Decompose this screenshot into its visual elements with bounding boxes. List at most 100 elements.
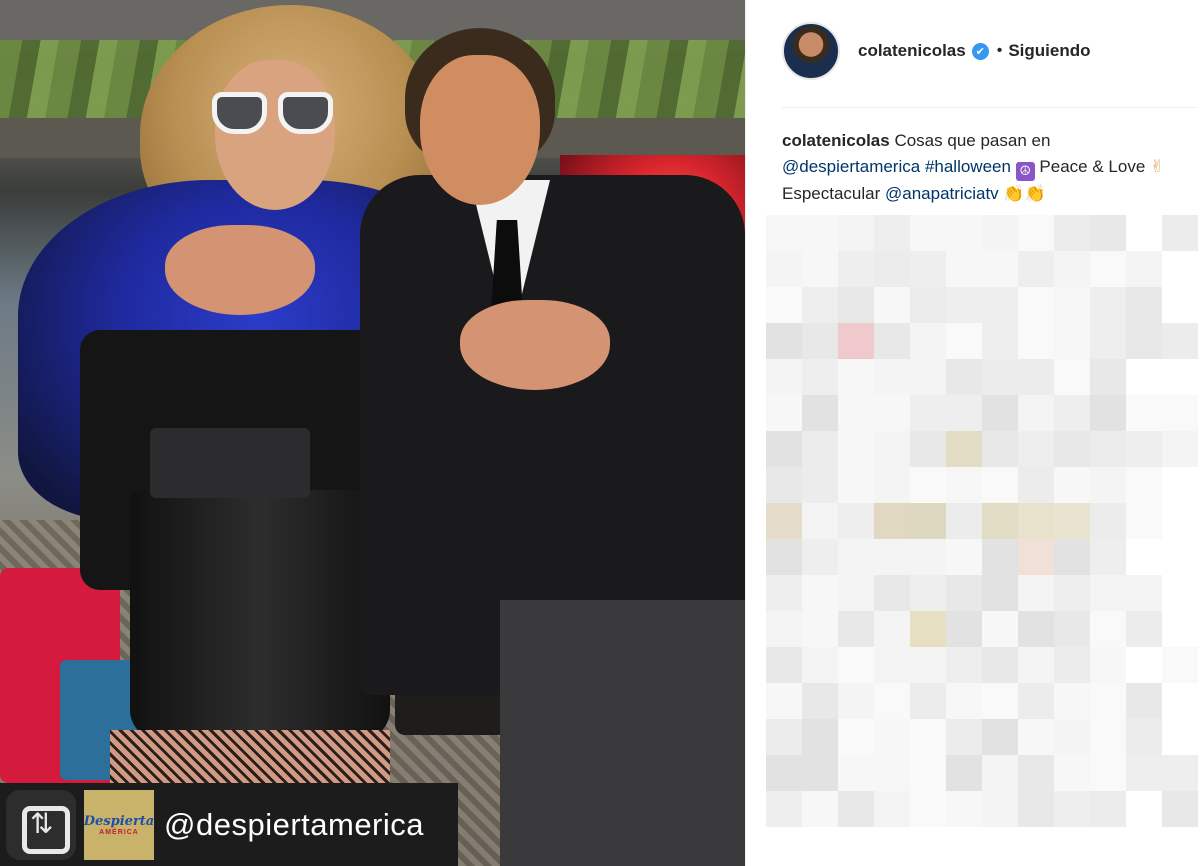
caption-username[interactable]: colatenicolas bbox=[782, 131, 890, 150]
blur-pixel bbox=[982, 719, 1018, 755]
pixelated-comments bbox=[766, 215, 1200, 835]
blur-pixel bbox=[946, 683, 982, 719]
following-button[interactable]: Siguiendo bbox=[1008, 41, 1090, 61]
blur-pixel bbox=[1018, 251, 1054, 287]
blur-pixel bbox=[766, 395, 802, 431]
caption-text: Cosas que pasan en bbox=[894, 131, 1051, 150]
blur-pixel bbox=[910, 251, 946, 287]
blur-pixel bbox=[802, 215, 838, 251]
blur-pixel bbox=[1090, 359, 1126, 395]
blur-pixel bbox=[1090, 755, 1126, 791]
blur-pixel bbox=[766, 251, 802, 287]
blur-pixel bbox=[982, 683, 1018, 719]
verified-badge-icon: ✔ bbox=[971, 42, 989, 60]
blur-pixel bbox=[874, 791, 910, 827]
blur-pixel bbox=[802, 647, 838, 683]
blur-pixel bbox=[946, 359, 982, 395]
blur-pixel bbox=[766, 467, 802, 503]
username-link[interactable]: colatenicolas bbox=[858, 41, 966, 61]
blur-pixel bbox=[910, 791, 946, 827]
blur-pixel bbox=[1054, 215, 1090, 251]
blur-pixel bbox=[766, 683, 802, 719]
blur-pixel bbox=[838, 719, 874, 755]
blur-pixel bbox=[802, 287, 838, 323]
blur-pixel bbox=[1018, 719, 1054, 755]
blur-pixel bbox=[1054, 323, 1090, 359]
blur-pixel bbox=[1126, 467, 1162, 503]
blur-pixel bbox=[802, 755, 838, 791]
blur-pixel bbox=[1018, 503, 1054, 539]
blur-pixel bbox=[766, 611, 802, 647]
blur-pixel bbox=[1162, 215, 1198, 251]
blur-pixel bbox=[874, 215, 910, 251]
blur-pixel bbox=[946, 539, 982, 575]
blur-pixel bbox=[910, 755, 946, 791]
blur-pixel bbox=[766, 359, 802, 395]
blur-pixel bbox=[838, 503, 874, 539]
blur-pixel bbox=[874, 539, 910, 575]
blur-pixel bbox=[1162, 323, 1198, 359]
blur-pixel bbox=[838, 647, 874, 683]
avatar[interactable] bbox=[782, 22, 840, 80]
blur-pixel bbox=[982, 503, 1018, 539]
blur-pixel bbox=[910, 359, 946, 395]
blur-pixel bbox=[1018, 395, 1054, 431]
blur-pixel bbox=[874, 683, 910, 719]
blur-pixel bbox=[1090, 575, 1126, 611]
blur-pixel bbox=[766, 647, 802, 683]
blur-pixel bbox=[910, 323, 946, 359]
blur-pixel bbox=[1090, 719, 1126, 755]
hashtag-link[interactable]: #halloween bbox=[925, 157, 1011, 176]
blur-pixel bbox=[802, 395, 838, 431]
blur-pixel bbox=[838, 431, 874, 467]
blur-pixel bbox=[802, 611, 838, 647]
blur-pixel bbox=[874, 251, 910, 287]
blur-pixel bbox=[982, 251, 1018, 287]
blur-pixel bbox=[1054, 431, 1090, 467]
blur-pixel bbox=[874, 719, 910, 755]
blur-pixel bbox=[838, 755, 874, 791]
blur-pixel bbox=[1018, 287, 1054, 323]
blur-pixel bbox=[1054, 287, 1090, 323]
blur-pixel bbox=[802, 503, 838, 539]
blur-pixel bbox=[802, 791, 838, 827]
blur-pixel bbox=[946, 251, 982, 287]
blur-pixel bbox=[1054, 467, 1090, 503]
blur-pixel bbox=[1090, 287, 1126, 323]
blur-pixel bbox=[838, 539, 874, 575]
caption-text: Love bbox=[1108, 157, 1146, 176]
blur-pixel bbox=[1090, 683, 1126, 719]
blur-pixel bbox=[874, 503, 910, 539]
victory-hand-icon: ✌ bbox=[1150, 157, 1165, 177]
post-photo[interactable]: Despierta AMÉRICA @despiertamerica bbox=[0, 0, 745, 866]
blur-pixel bbox=[910, 647, 946, 683]
blur-pixel bbox=[1090, 539, 1126, 575]
blur-pixel bbox=[1018, 575, 1054, 611]
man-face bbox=[420, 55, 540, 205]
blur-pixel bbox=[1054, 755, 1090, 791]
blur-pixel bbox=[946, 647, 982, 683]
blur-pixel bbox=[1090, 251, 1126, 287]
mention-link[interactable]: @despiertamerica bbox=[782, 157, 920, 176]
blur-pixel bbox=[1090, 395, 1126, 431]
blur-pixel bbox=[1090, 611, 1126, 647]
blur-pixel bbox=[982, 467, 1018, 503]
woman-heart-hands bbox=[165, 225, 315, 315]
blur-pixel bbox=[1126, 683, 1162, 719]
mention-link[interactable]: @anapatriciatv bbox=[885, 184, 999, 203]
blur-pixel bbox=[838, 323, 874, 359]
caption-text: Peace & bbox=[1039, 157, 1104, 176]
blur-pixel bbox=[1018, 539, 1054, 575]
blur-pixel bbox=[1162, 395, 1198, 431]
blur-pixel bbox=[766, 719, 802, 755]
blur-pixel bbox=[1126, 575, 1162, 611]
blur-pixel bbox=[1054, 683, 1090, 719]
blur-pixel bbox=[1018, 611, 1054, 647]
blur-pixel bbox=[766, 791, 802, 827]
blur-pixel bbox=[1018, 431, 1054, 467]
blur-pixel bbox=[982, 539, 1018, 575]
blur-pixel bbox=[910, 611, 946, 647]
blur-pixel bbox=[982, 791, 1018, 827]
blur-pixel bbox=[874, 395, 910, 431]
blur-pixel bbox=[838, 575, 874, 611]
